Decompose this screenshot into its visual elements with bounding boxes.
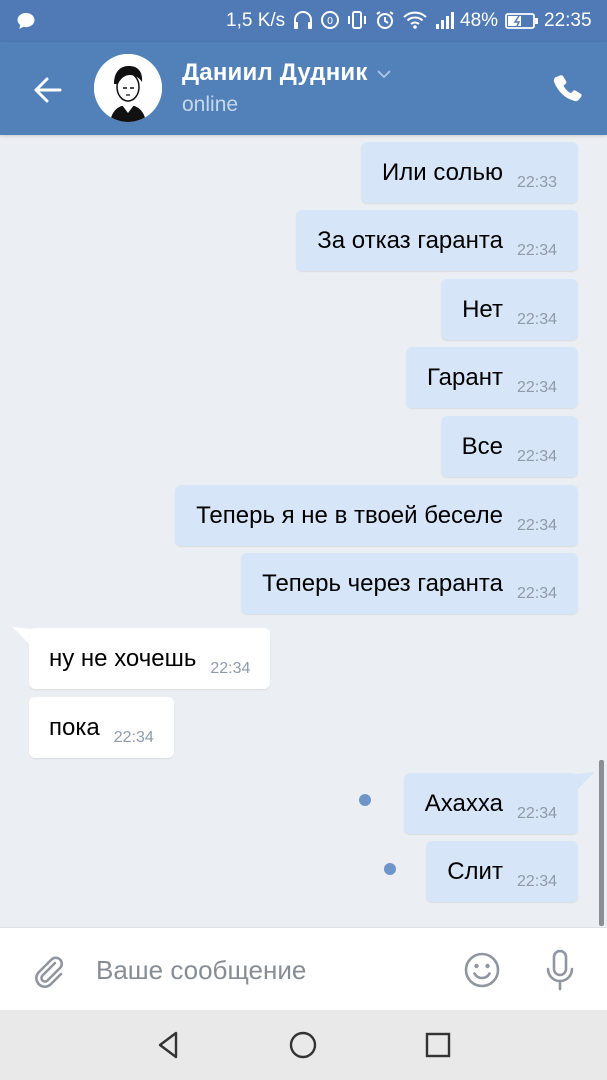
- vibrate-icon: [348, 11, 366, 29]
- message-bubble-outgoing[interactable]: Теперь через гаранта 22:34: [241, 553, 578, 614]
- message-input[interactable]: [96, 948, 436, 992]
- message-bubble-outgoing[interactable]: Все 22:34: [440, 416, 578, 477]
- message-time: 22:34: [516, 378, 557, 396]
- message-time: 22:34: [516, 241, 557, 259]
- message-bubble-incoming[interactable]: ну не хочешь 22:34: [29, 628, 271, 689]
- message-text: Слит: [447, 857, 503, 885]
- chat-header: Даниил Дудник online: [0, 42, 607, 135]
- phone-icon[interactable]: [548, 70, 588, 110]
- chevron-down-icon: [376, 70, 391, 79]
- signal-icon: [436, 12, 454, 29]
- message-bubble-outgoing[interactable]: Слит 22:34: [426, 841, 578, 902]
- status-bar: 1,5 K/s 0 48% 22:35: [0, 0, 607, 42]
- network-speed: 1,5 K/s: [226, 10, 286, 31]
- message-time: 22:34: [516, 516, 557, 534]
- svg-text:0: 0: [327, 16, 333, 27]
- message-time: 22:34: [516, 584, 557, 602]
- message-text: пока: [49, 713, 100, 741]
- message-bubble-outgoing[interactable]: Нет 22:34: [441, 279, 578, 340]
- status-icons: 0: [292, 10, 456, 30]
- bubble-tail-outgoing: [575, 772, 595, 792]
- message-text: Ахахха: [424, 789, 503, 817]
- contact-name[interactable]: Даниил Дудник: [182, 59, 392, 87]
- message-bubble-incoming[interactable]: пока 22:34: [29, 697, 174, 758]
- nav-back-icon[interactable]: [152, 1028, 186, 1062]
- message-time: 22:34: [516, 872, 557, 890]
- message-time: 22:34: [113, 728, 154, 746]
- scrollbar[interactable]: [599, 760, 604, 926]
- message-bubble-outgoing[interactable]: Гарант 22:34: [406, 347, 578, 408]
- battery-icon: [505, 13, 538, 29]
- status-clock: 22:35: [544, 10, 592, 31]
- alarm-icon: [376, 11, 394, 29]
- message-bubble-outgoing[interactable]: Или солью 22:33: [361, 142, 578, 203]
- headphones-icon: [294, 11, 312, 29]
- message-bubble-outgoing[interactable]: Теперь я не в твоей беселе 22:34: [175, 485, 578, 546]
- message-time: 22:34: [516, 447, 557, 465]
- system-nav-bar: [0, 1010, 607, 1080]
- contact-name-text: Даниил Дудник: [182, 59, 368, 86]
- contact-status: online: [182, 93, 239, 116]
- message-text: ну не хочешь: [49, 644, 197, 672]
- avatar-illustration: [94, 54, 162, 122]
- message-composer: [0, 927, 607, 1010]
- unread-indicator: [359, 794, 371, 806]
- microphone-icon[interactable]: [540, 948, 580, 992]
- avatar[interactable]: [94, 54, 162, 122]
- message-time: 22:34: [210, 659, 251, 677]
- message-text: Теперь через гаранта: [262, 569, 503, 597]
- back-arrow-icon[interactable]: [28, 70, 68, 110]
- message-text: Или солью: [382, 158, 503, 186]
- message-time: 22:34: [516, 804, 557, 822]
- message-icon: [17, 13, 35, 29]
- smiley-icon[interactable]: [462, 950, 502, 990]
- message-bubble-outgoing[interactable]: За отказ гаранта 22:34: [296, 210, 578, 271]
- battery-percent: 48%: [460, 10, 499, 31]
- nav-recent-apps-icon[interactable]: [421, 1028, 455, 1062]
- message-time: 22:34: [516, 310, 557, 328]
- message-time: 22:33: [516, 173, 557, 191]
- wifi-icon: [403, 11, 427, 29]
- paperclip-icon[interactable]: [28, 950, 68, 990]
- message-list[interactable]: Или солью 22:33 За отказ гаранта 22:34 Н…: [0, 135, 607, 927]
- message-text: За отказ гаранта: [317, 226, 503, 254]
- message-text: Теперь я не в твоей беселе: [196, 501, 503, 529]
- nav-home-icon[interactable]: [286, 1028, 320, 1062]
- unread-indicator: [384, 863, 396, 875]
- data-saver-icon: 0: [321, 11, 339, 29]
- message-text: Нет: [462, 295, 503, 323]
- message-text: Все: [461, 432, 503, 460]
- message-text: Гарант: [427, 363, 503, 391]
- message-bubble-outgoing[interactable]: Ахахха 22:34: [403, 773, 578, 834]
